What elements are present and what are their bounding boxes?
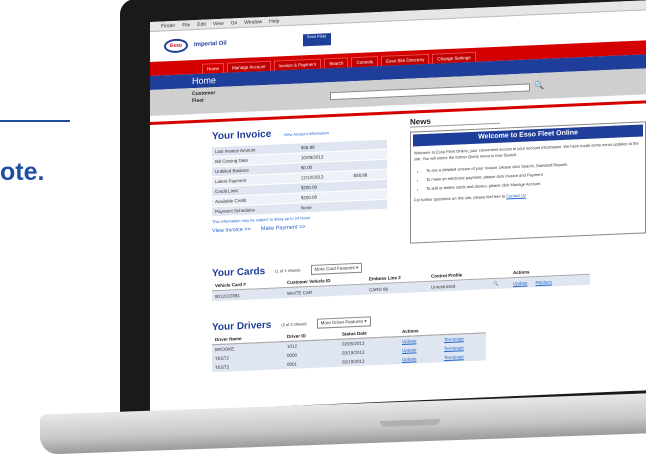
menu-edit[interactable]: Edit [197, 21, 206, 27]
nav-invoice-payment[interactable]: Invoice & Payment [273, 58, 322, 71]
contact-us-link[interactable]: Contact Us [506, 193, 526, 199]
nav-manage-account[interactable]: Manage Account [227, 60, 271, 73]
card-features-select[interactable]: More Card Features ▾ [310, 262, 363, 275]
invoice-section: Your Invoice View Account Information La… [212, 118, 397, 234]
menu-window[interactable]: Window [244, 19, 262, 26]
esso-logo[interactable]: Esso [164, 38, 188, 54]
vehicle-id: WHITE CAR [284, 284, 366, 299]
search-icon[interactable]: 🔍 [534, 81, 544, 91]
search-input[interactable] [330, 83, 530, 101]
replace-card-link[interactable]: Replace [536, 279, 553, 285]
menu-view[interactable]: View [213, 20, 224, 26]
menu-finder[interactable]: Finder [161, 22, 175, 29]
dashboard-content: Your Invoice View Account Information La… [150, 107, 646, 389]
fleet-badge: Esso Fleet [302, 33, 331, 47]
view-invoice-link[interactable]: View Invoice >> [212, 227, 251, 235]
control-profile: Unrestricted [428, 278, 490, 292]
invoice-value: None [297, 200, 351, 214]
nav-site-directory[interactable]: Esso Site Directory [381, 53, 430, 66]
menu-help[interactable]: Help [269, 18, 279, 24]
make-payment-link[interactable]: Make Payment >> [261, 224, 306, 232]
update-driver-link[interactable]: Update [399, 353, 441, 365]
cropped-caption: ote. [0, 158, 45, 186]
brand-name: Imperial Oil [194, 40, 227, 49]
invoice-title: Your Invoice [212, 128, 272, 143]
cards-count: (1 of 1 shown) [275, 267, 301, 274]
search-label: Customer Fleet [192, 90, 216, 105]
nav-home[interactable]: Home [202, 62, 225, 74]
driver-features-select[interactable]: More Driver Features ▾ [316, 315, 371, 329]
drivers-count: (3 of 3 shown) [281, 321, 307, 328]
menu-file[interactable]: File [182, 22, 190, 28]
card-number: 8012/2/2081 [212, 287, 284, 302]
drivers-title: Your Drivers [212, 319, 272, 334]
emboss-line: CARD 99 [366, 281, 428, 295]
invoice-table: Last Invoice Amount $58.88 Bill Closing Da… [212, 139, 387, 218]
menu-go[interactable]: Go [231, 20, 238, 26]
drivers-section: Your Drivers (3 of 3 shown) More Driver … [212, 309, 512, 373]
decorative-rule [0, 120, 70, 122]
account-info-link[interactable]: View Account Information [284, 130, 329, 137]
invoice-extra [350, 199, 387, 211]
driver-id: 0001 [284, 357, 339, 370]
terminate-driver-link[interactable]: Terminate [441, 351, 486, 363]
nav-controls[interactable]: Controls [351, 56, 379, 68]
update-card-link[interactable]: Update [513, 280, 528, 286]
news-box: Welcome to Esso Fleet Online Welcome to … [410, 121, 646, 244]
search-icon[interactable]: 🔍 [490, 277, 510, 290]
news-footer: For further questions on this site, plea… [414, 193, 506, 203]
cards-title: Your Cards [212, 265, 266, 280]
news-section: News Welcome to Esso Fleet Online Welcom… [410, 107, 646, 244]
nav-search[interactable]: Search [324, 57, 349, 69]
driver-name: TEST3 [212, 360, 284, 373]
status-date: 03/19/2013 [339, 355, 399, 367]
laptop-screen: Finder File Edit View Go Window Help Ess… [150, 0, 646, 412]
news-title: News [410, 113, 500, 128]
nav-change-settings[interactable]: Change Settings [432, 51, 476, 64]
cards-section: Your Cards (1 of 1 shown) More Card Feat… [212, 249, 646, 302]
